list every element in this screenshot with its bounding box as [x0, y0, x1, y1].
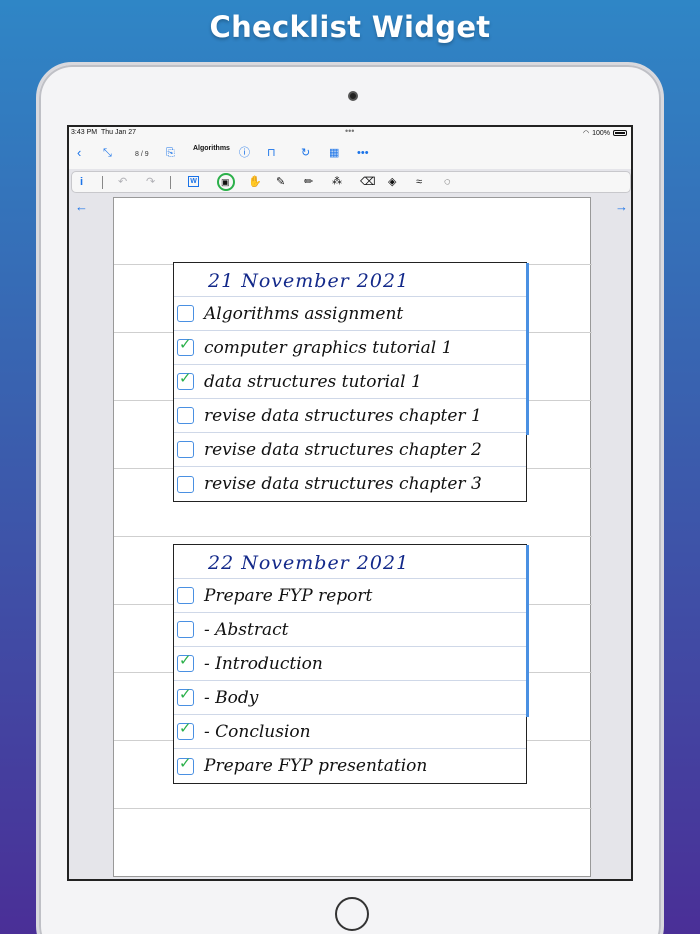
checkbox[interactable]: [177, 407, 194, 424]
checklist-item: ✓ - Conclusion: [174, 715, 526, 749]
checklist-item: ✓ computer graphics tutorial 1: [174, 331, 526, 365]
checklist-item: ✓ - Introduction: [174, 647, 526, 681]
checklist-item-text[interactable]: computer graphics tutorial 1: [204, 338, 452, 358]
page-indicator[interactable]: 8 / 9: [135, 151, 149, 158]
checklist-item-text[interactable]: - Body: [204, 688, 258, 708]
headline: Checklist Widget: [209, 10, 491, 44]
wave-tool-icon[interactable]: ≈: [416, 175, 422, 189]
checklist-item-text[interactable]: revise data structures chapter 1: [204, 406, 482, 426]
app-screen: 3:43 PM Thu Jan 27 ••• ◠ 100% ‹ ⤡ 8 / 9 …: [67, 125, 633, 881]
widget-scrollbar[interactable]: [526, 545, 529, 717]
checkbox[interactable]: [177, 475, 194, 493]
checklist-item: ✓ - Body: [174, 681, 526, 715]
checkbox[interactable]: ✓: [177, 754, 194, 775]
checkbox[interactable]: [177, 305, 194, 322]
bookmark-icon[interactable]: ⊓: [267, 146, 276, 160]
checkmark-icon: ✓: [179, 754, 192, 772]
previous-page-arrow-icon[interactable]: ←: [75, 199, 88, 214]
add-page-icon[interactable]: ⎘: [166, 146, 175, 160]
ruled-line: [114, 536, 592, 537]
drawing-toolbar: i ↶ ↷ W ▣ ✋ ✎ ✏ ⁂ ⌫ ◈ ≈ ◌: [71, 171, 631, 193]
checklist-widget-icon[interactable]: ▣: [221, 175, 230, 189]
checkbox[interactable]: ✓: [177, 370, 194, 390]
checkmark-icon: ✓: [179, 686, 192, 703]
battery-icon: [613, 130, 627, 136]
shapes-icon[interactable]: ⁂: [332, 175, 342, 189]
next-page-arrow-icon[interactable]: →: [615, 199, 628, 214]
checklist-item-text[interactable]: revise data structures chapter 3: [204, 474, 482, 494]
checklist-item-text[interactable]: - Conclusion: [204, 722, 311, 742]
divider: [102, 176, 103, 189]
checklist-item: Prepare FYP report: [174, 579, 526, 613]
status-time: 3:43 PM Thu Jan 27: [71, 129, 136, 136]
ruled-line: [114, 808, 592, 809]
divider: [170, 176, 171, 189]
sync-icon[interactable]: ↻: [301, 146, 310, 160]
checklist-item-text[interactable]: - Introduction: [204, 654, 323, 674]
checklist-widget[interactable]: 22 November 2021 Prepare FYP report - Abs…: [173, 544, 529, 784]
status-bar: 3:43 PM Thu Jan 27 ••• ◠ 100%: [69, 127, 631, 139]
checklist-item-text[interactable]: Prepare FYP report: [204, 586, 372, 606]
wifi-icon: ◠: [582, 130, 590, 137]
checkbox[interactable]: [177, 587, 194, 604]
undo-icon[interactable]: ↶: [118, 175, 127, 189]
checklist-rows: Prepare FYP report - Abstract ✓ - Introduct…: [174, 579, 526, 783]
checkmark-icon: ✓: [179, 720, 192, 737]
marker-icon[interactable]: ✏: [304, 175, 313, 189]
checklist-item-text[interactable]: Prepare FYP presentation: [204, 756, 427, 776]
back-chevron-icon[interactable]: ‹: [77, 146, 81, 160]
lasso-icon[interactable]: ◌: [444, 175, 451, 189]
checklist-date: 22 November 2021: [174, 545, 526, 579]
navigation-bar: ‹ ⤡ 8 / 9 ⎘ Algorithms ⓘ ⊓ ↻ ▦ •••: [69, 139, 631, 169]
checklist-item: - Abstract: [174, 613, 526, 647]
widget-scrollbar[interactable]: [526, 263, 529, 435]
checkmark-icon: ✓: [179, 370, 192, 387]
notebook-page[interactable]: 21 November 2021 Algorithms assignment ✓ c…: [113, 197, 592, 877]
checklist-item-text[interactable]: - Abstract: [204, 620, 288, 640]
checklist-item: revise data structures chapter 1: [174, 399, 526, 433]
checkbox[interactable]: ✓: [177, 720, 194, 740]
checklist-date: 21 November 2021: [174, 263, 526, 297]
grid-view-icon[interactable]: ▦: [329, 146, 339, 160]
checkbox[interactable]: ✓: [177, 686, 194, 706]
checkmark-icon: ✓: [179, 652, 192, 669]
status-right: ◠ 100%: [583, 129, 627, 137]
info-tool-icon[interactable]: i: [80, 175, 83, 189]
checklist-item: revise data structures chapter 2: [174, 433, 526, 467]
checkmark-icon: ✓: [179, 336, 192, 353]
checkbox[interactable]: [177, 441, 194, 458]
camera: [348, 91, 358, 101]
multitask-dots-icon[interactable]: •••: [345, 127, 354, 136]
checklist-item: ✓ data structures tutorial 1: [174, 365, 526, 399]
redo-icon[interactable]: ↷: [146, 175, 155, 189]
checkbox[interactable]: ✓: [177, 336, 194, 356]
info-icon[interactable]: ⓘ: [239, 146, 250, 160]
fill-icon[interactable]: ◈: [388, 175, 396, 189]
collapse-icon[interactable]: ⤡: [103, 146, 112, 160]
checklist-item-text[interactable]: Algorithms assignment: [204, 304, 403, 324]
more-options-icon[interactable]: •••: [357, 146, 369, 160]
battery-percent: 100%: [592, 129, 610, 137]
pen-icon[interactable]: ✎: [276, 175, 285, 189]
widget-w-icon[interactable]: W: [188, 176, 199, 187]
hand-icon[interactable]: ✋: [248, 175, 262, 189]
notebook-title[interactable]: Algorithms: [193, 145, 230, 152]
checklist-item: Algorithms assignment: [174, 297, 526, 331]
checklist-item: ✓ Prepare FYP presentation: [174, 749, 526, 783]
checkbox[interactable]: ✓: [177, 652, 194, 672]
ipad-frame: 3:43 PM Thu Jan 27 ••• ◠ 100% ‹ ⤡ 8 / 9 …: [36, 62, 664, 934]
home-button[interactable]: [335, 897, 369, 931]
eraser-icon[interactable]: ⌫: [360, 175, 376, 189]
checklist-widget[interactable]: 21 November 2021 Algorithms assignment ✓ c…: [173, 262, 529, 502]
checklist-item: revise data structures chapter 3: [174, 467, 526, 501]
checklist-item-text[interactable]: revise data structures chapter 2: [204, 440, 482, 460]
checklist-item-text[interactable]: data structures tutorial 1: [204, 372, 422, 392]
checkbox[interactable]: [177, 621, 194, 638]
checklist-rows: Algorithms assignment ✓ computer graphics …: [174, 297, 526, 501]
